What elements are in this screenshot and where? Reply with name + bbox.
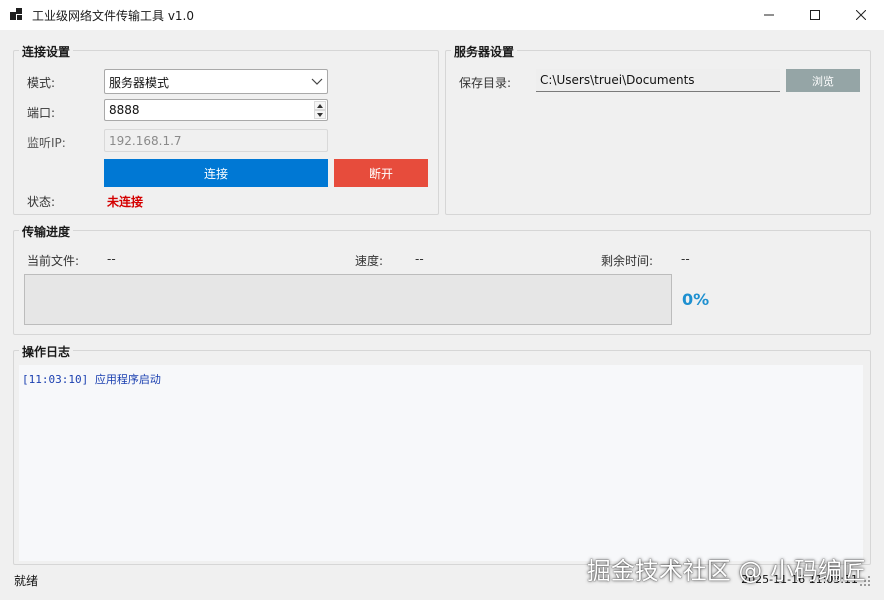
maximize-button[interactable]: [792, 0, 838, 30]
status-label: 状态:: [27, 195, 56, 209]
watermark: 掘金技术社区 @ 小码编匠: [586, 557, 866, 585]
spin-up-button[interactable]: [314, 101, 326, 110]
disconnect-button[interactable]: 断开: [334, 159, 428, 187]
connection-settings-title: 连接设置: [19, 43, 74, 60]
log-line: [11:03:10] 应用程序启动: [22, 373, 161, 386]
spin-down-icon: [317, 112, 323, 117]
transfer-progress-title: 传输进度: [19, 223, 74, 240]
save-dir-label: 保存目录:: [459, 76, 512, 90]
listen-ip-label: 监听IP:: [27, 136, 66, 150]
progress-bar: [24, 274, 672, 325]
port-value: 8888: [109, 103, 140, 117]
port-spinner: [314, 101, 326, 119]
close-button[interactable]: [838, 0, 884, 30]
listen-ip-value: 192.168.1.7: [109, 134, 182, 148]
speed-value: --: [415, 252, 424, 266]
spin-up-icon: [317, 103, 323, 108]
spin-down-button[interactable]: [314, 110, 326, 119]
close-icon: [856, 10, 866, 20]
chevron-down-icon: [311, 78, 323, 85]
progress-percent: 0%: [682, 290, 710, 309]
save-dir-input[interactable]: C:\Users\truei\Documents: [536, 69, 780, 92]
log-textbox[interactable]: [11:03:10] 应用程序启动: [19, 365, 863, 561]
mode-select[interactable]: 服务器模式: [104, 69, 328, 94]
listen-ip-field: 192.168.1.7: [104, 129, 328, 152]
current-file-label: 当前文件:: [27, 254, 80, 268]
minimize-button[interactable]: [746, 0, 792, 30]
status-ready-text: 就绪: [14, 574, 39, 588]
connection-status-value: 未连接: [107, 195, 144, 209]
mode-select-value: 服务器模式: [109, 76, 170, 90]
mode-label: 模式:: [27, 76, 56, 90]
operation-log-title: 操作日志: [19, 343, 74, 360]
current-file-value: --: [107, 252, 116, 266]
port-input[interactable]: 8888: [104, 99, 328, 121]
remaining-time-label: 剩余时间:: [601, 254, 654, 268]
window-title: 工业级网络文件传输工具 v1.0: [32, 9, 195, 23]
save-dir-value: C:\Users\truei\Documents: [540, 73, 695, 87]
maximize-icon: [810, 10, 820, 20]
port-label: 端口:: [27, 106, 56, 120]
browse-button[interactable]: 浏览: [786, 69, 860, 92]
server-settings-title: 服务器设置: [451, 43, 518, 60]
speed-label: 速度:: [355, 254, 384, 268]
remaining-time-value: --: [681, 252, 690, 266]
connect-button[interactable]: 连接: [104, 159, 328, 187]
minimize-icon: [764, 14, 774, 16]
app-icon: [10, 8, 24, 22]
